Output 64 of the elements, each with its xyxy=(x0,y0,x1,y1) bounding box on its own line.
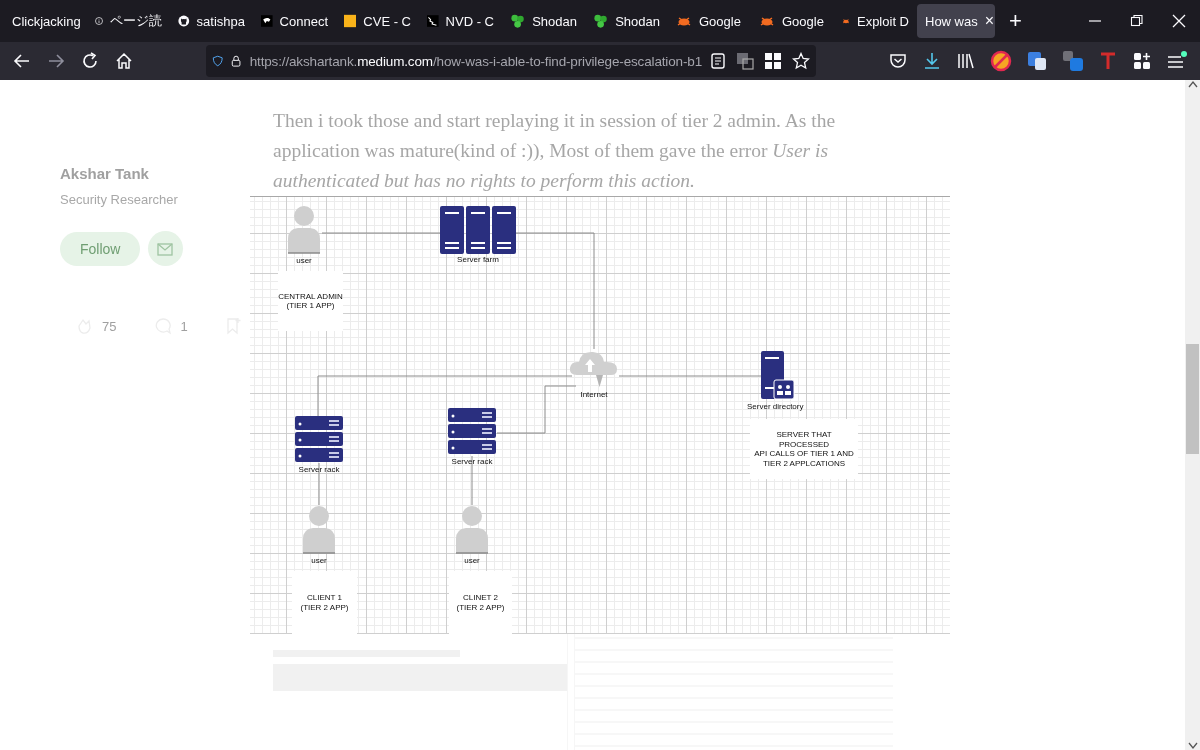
url-text: https://akshartank.medium.com/how-was-i-able-to-find-privilege-escalation-b1 xyxy=(249,53,702,69)
person-icon xyxy=(301,505,337,555)
node-label: user xyxy=(311,556,327,565)
node-label: Server rack xyxy=(451,457,493,466)
browser-tab[interactable]: NVD - C xyxy=(419,4,502,38)
node-label: Server farm xyxy=(457,255,499,264)
translate-icon[interactable] xyxy=(736,52,754,70)
download-icon[interactable] xyxy=(922,51,942,71)
browser-tab[interactable]: ページ読 xyxy=(87,4,170,38)
server-rack-icon xyxy=(448,408,496,456)
browser-tab[interactable]: CVE - C xyxy=(336,4,419,38)
note-label: SERVER THAT PROCESSED API CALLS OF TIER 1 AND TIER 2 APPLCATIONS xyxy=(750,419,858,479)
note-label: CLIENT 1 (TIER 2 APP) xyxy=(292,571,357,634)
note-label: CENTRAL ADMIN (TIER 1 APP) xyxy=(278,271,343,331)
browser-tab[interactable]: Connect xyxy=(253,4,336,38)
browser-tab[interactable]: Shodan xyxy=(585,4,668,38)
blocked-extension-icon[interactable] xyxy=(990,50,1012,72)
node-label: Server rack xyxy=(298,465,340,474)
grid-icon[interactable] xyxy=(764,52,782,70)
language-extension-icon[interactable] xyxy=(1062,50,1084,72)
node-label: Server directory xyxy=(747,402,804,411)
browser-tab[interactable]: Google xyxy=(751,4,834,38)
person-icon xyxy=(454,505,490,555)
response-count: 1 xyxy=(180,318,188,334)
browser-tab[interactable]: Shodan xyxy=(502,4,585,38)
close-icon[interactable] xyxy=(1172,14,1186,28)
dots-logo-icon xyxy=(593,13,609,29)
translate-extension-icon[interactable] xyxy=(1026,50,1048,72)
node-label: Internet xyxy=(580,390,608,399)
reload-icon[interactable] xyxy=(80,51,100,71)
new-tab-button[interactable]: + xyxy=(1009,8,1022,34)
browser-tab[interactable]: Google xyxy=(668,4,751,38)
browser-tab[interactable]: Exploit D xyxy=(834,4,917,38)
t-extension-icon[interactable] xyxy=(1098,51,1118,71)
star-icon[interactable] xyxy=(792,52,810,70)
browser-tab[interactable]: satishpa xyxy=(170,4,253,38)
person-icon xyxy=(286,205,322,255)
square-logo-icon xyxy=(344,13,357,29)
article-paragraph: Then i took those and start replaying it in session of tier 2 admin. As the application was mature(kind of :)), Most of them gave the error User is authenticated but has no rights to perform this action. xyxy=(273,109,837,193)
server-rack-icon xyxy=(295,416,343,464)
pocket-icon[interactable] xyxy=(888,51,908,71)
connector-line xyxy=(471,455,473,506)
browser-tab[interactable]: Clickjacking xyxy=(4,4,87,38)
author-bio: Security Researcher xyxy=(60,192,179,207)
node-label: user xyxy=(464,556,480,565)
restore-icon[interactable] xyxy=(1130,14,1144,28)
dots-logo-icon xyxy=(510,13,526,29)
note-label: CLINET 2 (TIER 2 APP) xyxy=(449,571,512,634)
address-bar[interactable]: https://akshartank.medium.com/how-was-i-able-to-find-privilege-escalation-b1 xyxy=(206,45,816,77)
server-farm-icon xyxy=(440,206,516,254)
menu-icon[interactable] xyxy=(1166,51,1188,71)
home-icon[interactable] xyxy=(114,51,134,71)
reader-view-icon[interactable] xyxy=(710,52,726,70)
wave-icon xyxy=(427,13,439,29)
bird-logo-icon xyxy=(261,13,273,29)
close-tab-button[interactable]: × xyxy=(984,12,995,30)
library-icon[interactable] xyxy=(956,51,976,71)
connector-line xyxy=(318,462,320,506)
extensions-icon[interactable] xyxy=(1132,51,1152,71)
browser-tab[interactable]: How was × xyxy=(917,4,995,38)
node-label: user xyxy=(296,256,312,265)
clap-count: 75 xyxy=(102,318,117,334)
scrollbar-thumb[interactable] xyxy=(1186,344,1199,454)
mail-icon xyxy=(156,240,175,257)
